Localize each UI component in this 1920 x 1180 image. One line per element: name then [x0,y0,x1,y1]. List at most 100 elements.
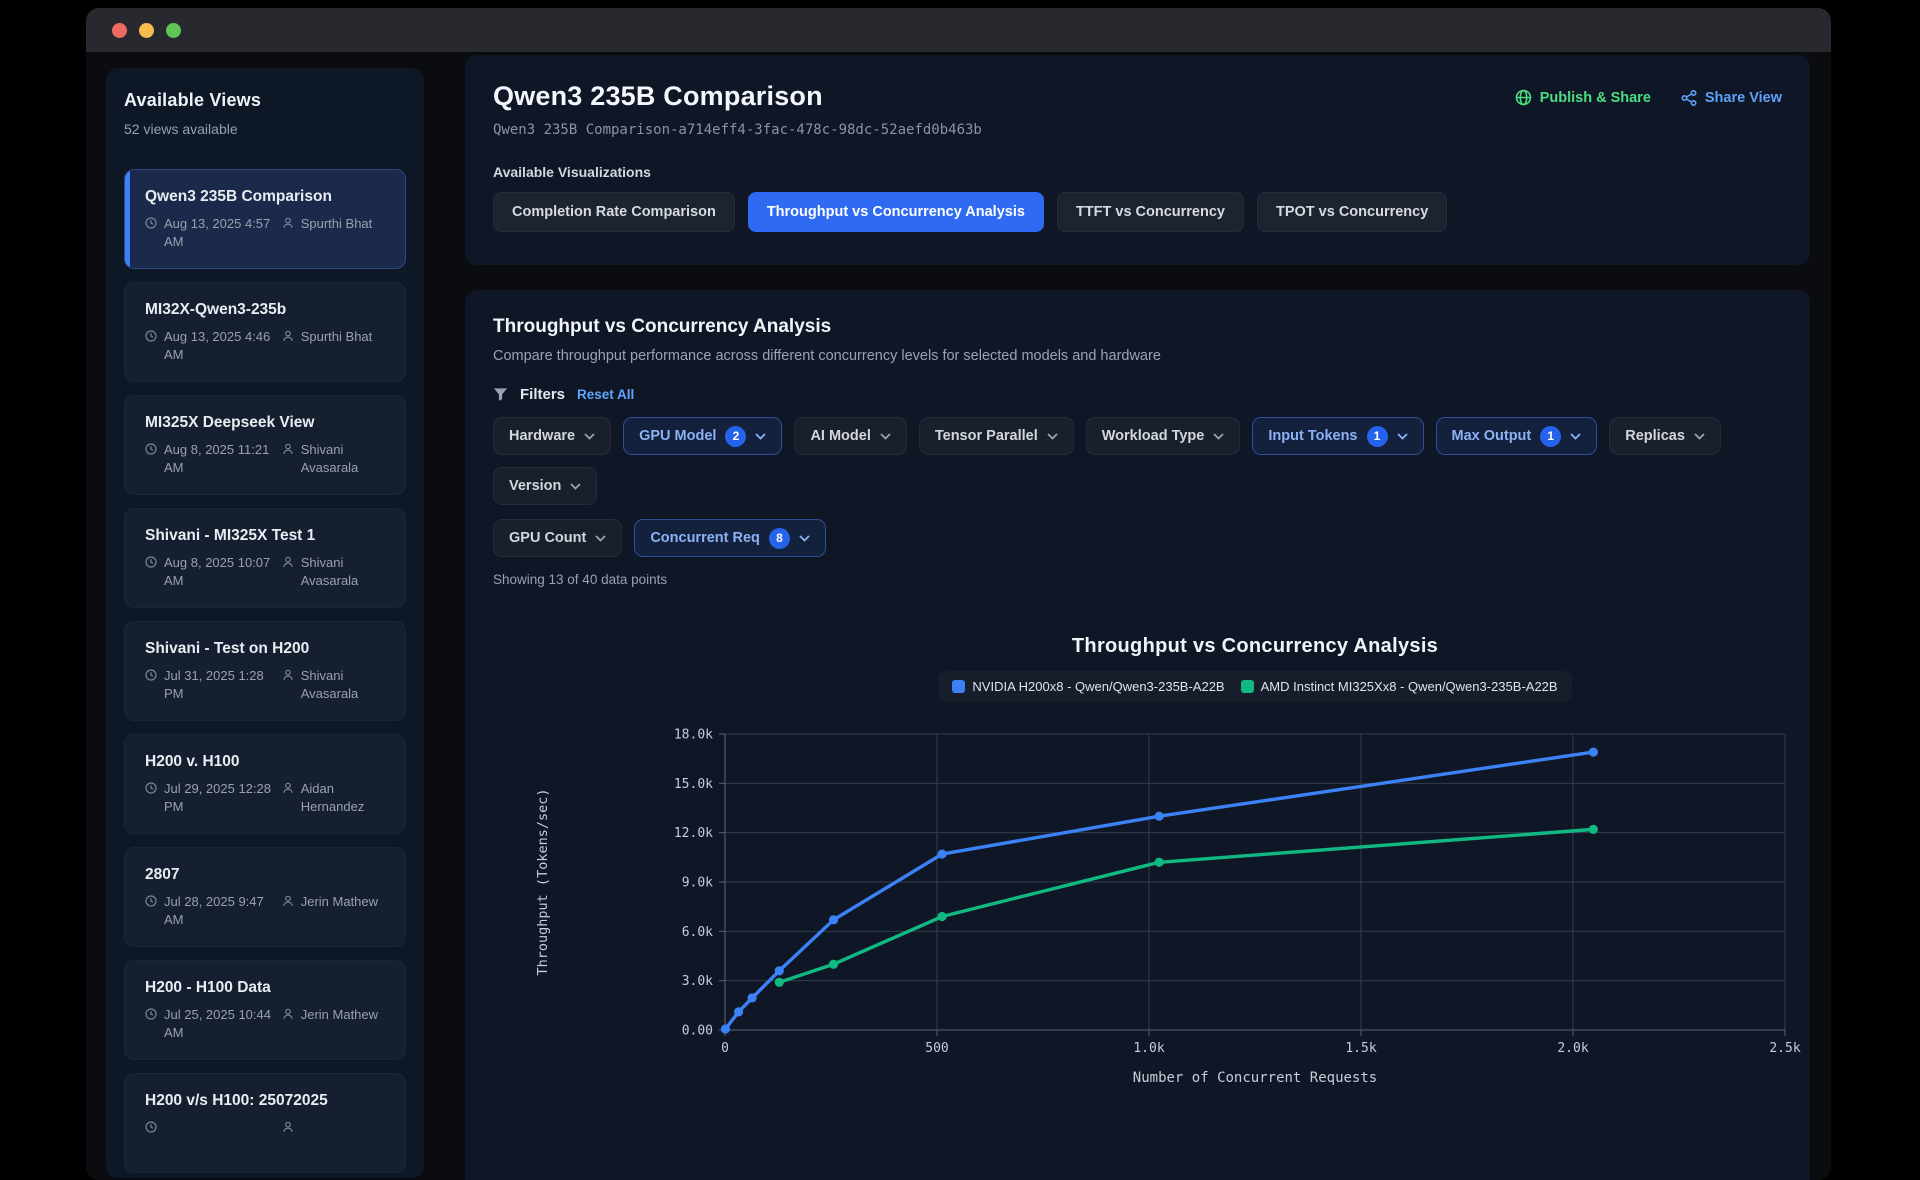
funnel-icon [493,387,508,402]
view-item-date: Aug 8, 2025 11:21 AM [145,441,274,476]
filter-chip[interactable]: GPU Count [493,519,622,557]
chart-legend: NVIDIA H200x8 - Qwen/Qwen3-235B-A22B AMD… [938,671,1571,702]
page-title: Qwen3 235B Comparison [493,81,823,112]
chevron-down-icon [1570,433,1581,440]
filter-chip[interactable]: Replicas [1609,417,1721,455]
filter-count-badge: 8 [769,528,790,549]
clock-icon [145,330,157,342]
main-content: Qwen3 235B Comparison Publish & Share [465,55,1810,1180]
clock-icon [145,1008,157,1020]
clock-icon [145,1121,157,1133]
globe-icon [1515,89,1532,106]
view-item-author: Spurthi Bhat [282,215,389,250]
share-icon [1681,90,1697,106]
view-item-title: Shivani - MI325X Test 1 [145,527,389,545]
sidebar: Available Views 52 views available Qwen3… [106,68,424,1178]
filter-chip[interactable]: AI Model [794,417,906,455]
view-list-item[interactable]: H200 v. H100 Jul 29, 2025 12:28 PM Aidan… [124,734,406,834]
view-item-date: Jul 25, 2025 10:44 AM [145,1006,274,1041]
view-item-title: Shivani - Test on H200 [145,640,389,658]
svg-text:0: 0 [721,1041,729,1056]
chart-title: Throughput vs Concurrency Analysis [725,635,1785,658]
svg-text:15.0k: 15.0k [674,777,713,792]
section-title: Throughput vs Concurrency Analysis [493,316,1782,338]
view-item-author: Jerin Mathew [282,893,389,928]
share-view-label: Share View [1705,90,1782,106]
person-icon [282,1121,294,1133]
filter-chip[interactable]: Input Tokens 1 [1252,417,1423,455]
view-item-author: Aidan Hernandez [282,780,389,815]
filter-chip[interactable]: Hardware [493,417,611,455]
filter-chip[interactable]: GPU Model 2 [623,417,782,455]
view-item-title: H200 v. H100 [145,753,389,771]
svg-text:9.0k: 9.0k [682,876,713,891]
minimize-window-button[interactable] [139,23,154,38]
visualization-tabs: Completion Rate Comparison Throughput vs … [493,192,1782,232]
chevron-down-icon [1397,433,1408,440]
person-icon [282,782,294,794]
filter-chip[interactable]: Tensor Parallel [919,417,1074,455]
reset-all-button[interactable]: Reset All [577,387,634,402]
legend-swatch [1241,680,1254,693]
view-list-item[interactable]: 2807 Jul 28, 2025 9:47 AM Jerin Mathew [124,847,406,947]
filter-chip[interactable]: Concurrent Req 8 [634,519,826,557]
maximize-window-button[interactable] [166,23,181,38]
person-icon [282,443,294,455]
person-icon [282,330,294,342]
filter-count-badge: 2 [725,426,746,447]
filter-chip-rows: Hardware GPU Model 2 AI Model Tensor Par… [493,417,1782,557]
section-description: Compare throughput performance across di… [493,348,1782,364]
view-item-date: Jul 31, 2025 1:28 PM [145,667,274,702]
view-item-title: Qwen3 235B Comparison [145,188,389,206]
visualization-tab[interactable]: TPOT vs Concurrency [1257,192,1447,232]
filter-count-badge: 1 [1540,426,1561,447]
view-list-item[interactable]: MI32X-Qwen3-235b Aug 13, 2025 4:46 AM Sp… [124,282,406,382]
legend-swatch [952,680,965,693]
view-list-item[interactable]: Qwen3 235B Comparison Aug 13, 2025 4:57 … [124,169,406,269]
y-axis-label: Throughput (Tokens/sec) [535,789,551,976]
publish-share-button[interactable]: Publish & Share [1515,89,1651,106]
clock-icon [145,782,157,794]
view-item-author: Spurthi Bhat [282,328,389,363]
view-item-author: Shivani Avasarala [282,441,389,476]
filter-chip[interactable]: Version [493,467,597,505]
filter-chip[interactable]: Workload Type [1086,417,1241,455]
view-list-item[interactable]: H200 v/s H100: 25072025 [124,1073,406,1173]
chart-card: Throughput vs Concurrency Analysis Compa… [465,290,1810,1180]
view-item-date: Jul 28, 2025 9:47 AM [145,893,274,928]
visualization-tab[interactable]: Completion Rate Comparison [493,192,735,232]
visualization-tab[interactable]: Throughput vs Concurrency Analysis [748,192,1044,232]
close-window-button[interactable] [112,23,127,38]
svg-text:2.0k: 2.0k [1557,1041,1588,1056]
view-list-item[interactable]: Shivani - MI325X Test 1 Aug 8, 2025 10:0… [124,508,406,608]
view-list-item[interactable]: Shivani - Test on H200 Jul 31, 2025 1:28… [124,621,406,721]
visualizations-label: Available Visualizations [493,164,1782,180]
chevron-down-icon [755,433,766,440]
svg-text:500: 500 [925,1041,948,1056]
visualization-tab[interactable]: TTFT vs Concurrency [1057,192,1244,232]
view-item-date: Aug 13, 2025 4:46 AM [145,328,274,363]
clock-icon [145,217,157,229]
view-item-date [145,1119,274,1133]
chevron-down-icon [570,483,581,490]
views-count: 52 views available [124,121,406,137]
filter-chip-row: GPU Count Concurrent Req 8 [493,519,1782,557]
person-icon [282,1008,294,1020]
view-item-date: Aug 8, 2025 10:07 AM [145,554,274,589]
view-item-author [282,1119,389,1133]
clock-icon [145,556,157,568]
share-view-button[interactable]: Share View [1681,90,1782,106]
view-list-item[interactable]: MI325X Deepseek View Aug 8, 2025 11:21 A… [124,395,406,495]
view-list: Qwen3 235B Comparison Aug 13, 2025 4:57 … [124,169,406,1173]
filters-label: Filters [520,386,565,403]
view-list-item[interactable]: H200 - H100 Data Jul 25, 2025 10:44 AM J… [124,960,406,1060]
throughput-chart-svg: 0.003.0k6.0k9.0k12.0k15.0k18.0k05001.0k1… [465,710,1810,1110]
chart-plot-area: 0.003.0k6.0k9.0k12.0k15.0k18.0k05001.0k1… [465,710,1782,1115]
filter-chip[interactable]: Max Output 1 [1436,417,1598,455]
view-item-date: Jul 29, 2025 12:28 PM [145,780,274,815]
person-icon [282,556,294,568]
x-axis-label: Number of Concurrent Requests [1133,1070,1377,1086]
filter-count-badge: 1 [1367,426,1388,447]
svg-text:3.0k: 3.0k [682,974,713,989]
chevron-down-icon [880,433,891,440]
